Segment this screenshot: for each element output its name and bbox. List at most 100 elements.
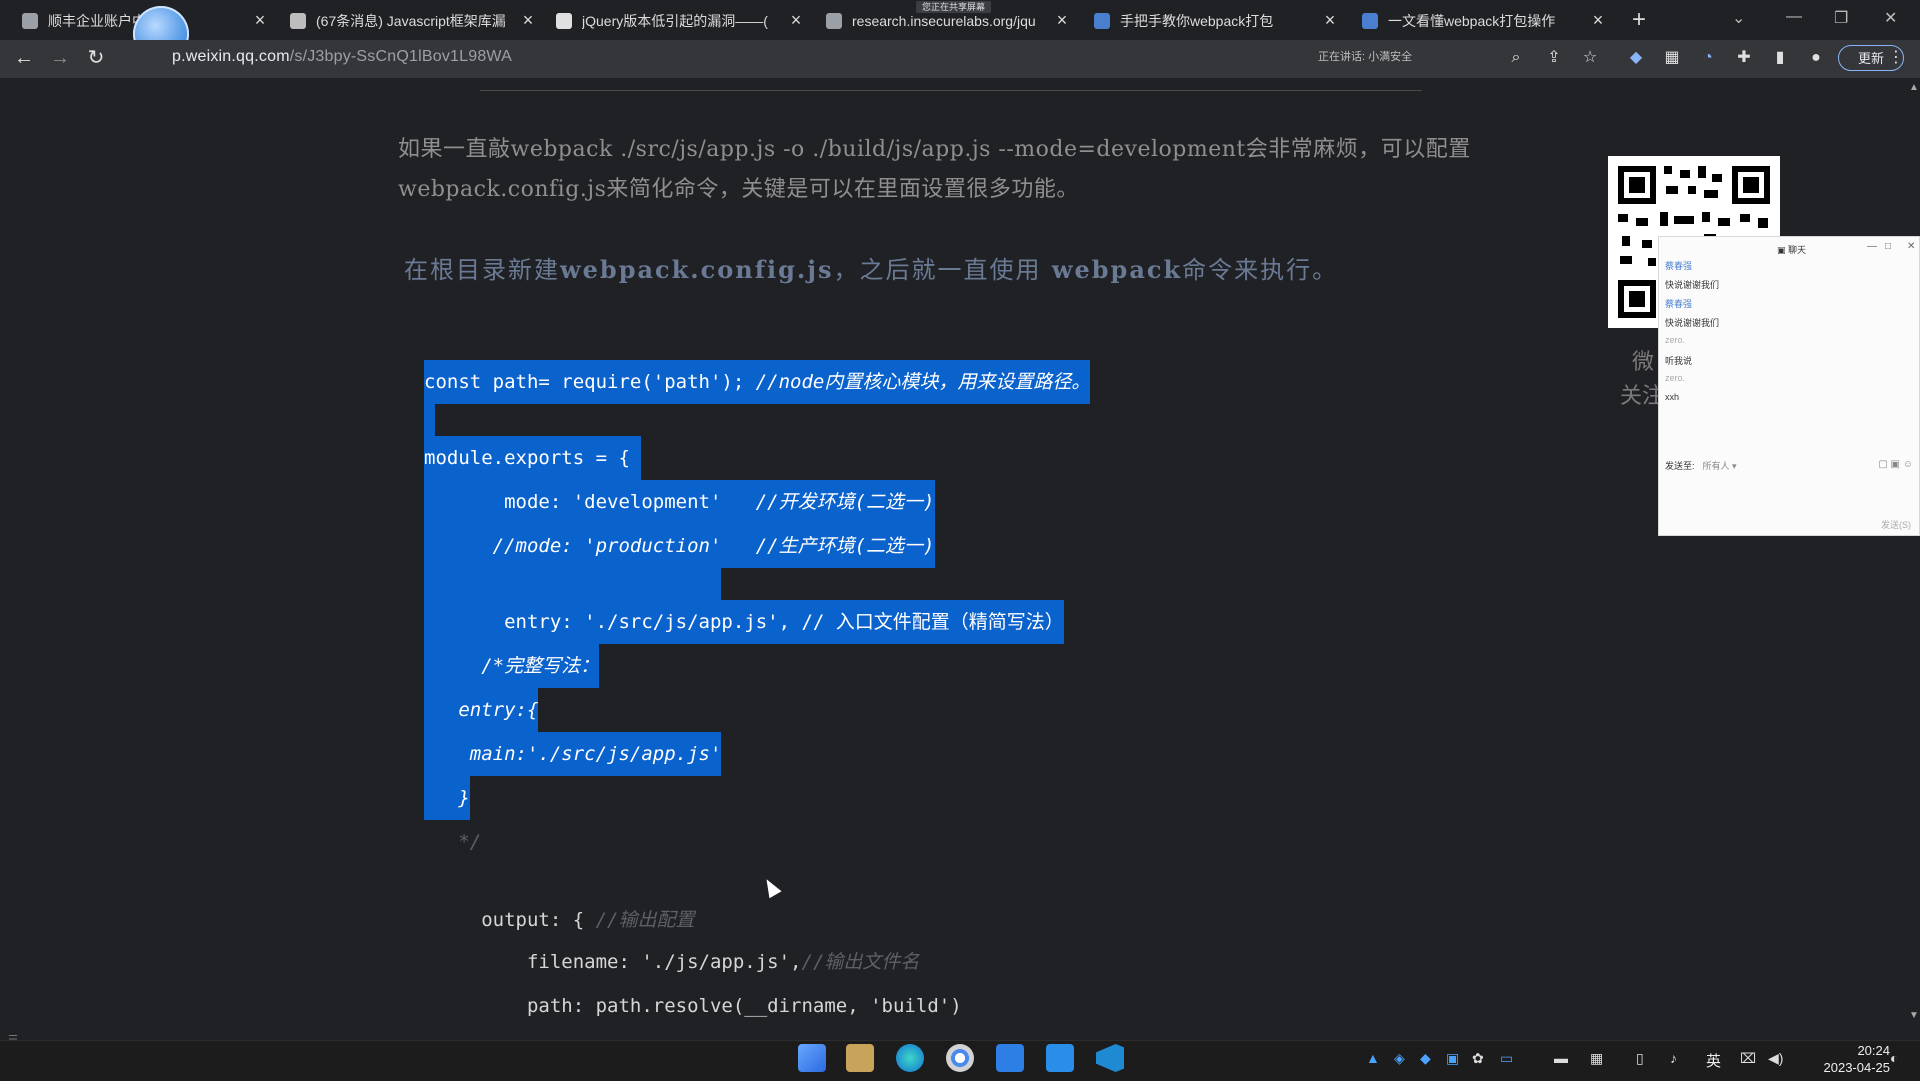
- page-scrollbar[interactable]: [1908, 78, 1920, 1040]
- tray-display-icon[interactable]: ▭: [1500, 1050, 1513, 1067]
- tab-close-icon[interactable]: ×: [1588, 8, 1608, 32]
- code-comment: //node内置核心模块，用来设置路径。: [755, 371, 1091, 393]
- chat-toolbar-icons[interactable]: ▢ ▣ ☺: [1878, 459, 1913, 470]
- start-menu-icon[interactable]: [798, 1044, 826, 1072]
- tab-close-icon[interactable]: ×: [250, 8, 270, 32]
- back-icon[interactable]: ←: [12, 46, 36, 70]
- edge-browser-icon[interactable]: [896, 1044, 924, 1072]
- tab-close-icon[interactable]: ×: [1320, 8, 1340, 32]
- code-text: }: [424, 787, 470, 809]
- code-comment: //开发环境(二选一): [755, 491, 935, 513]
- tray-app2-icon[interactable]: ▣: [1446, 1050, 1459, 1067]
- code-line: const path= require('path'); //node内置核心模…: [424, 360, 1091, 404]
- url-path: /s/J3bpy-SsCnQ1lBov1L98WA: [289, 48, 512, 65]
- chat-message: 听我说: [1665, 356, 1693, 366]
- tray-battery-icon[interactable]: ▯: [1636, 1050, 1644, 1067]
- outline-toggle-icon[interactable]: ☰: [8, 1033, 18, 1040]
- notification-icon[interactable]: ◐: [1890, 1050, 1898, 1066]
- clock-time: 20:24: [1857, 1043, 1890, 1058]
- bookmark-star-icon[interactable]: ☆: [1580, 48, 1600, 68]
- tab-close-icon[interactable]: ×: [518, 8, 538, 32]
- zoom-icon[interactable]: ⌕: [1506, 48, 1526, 68]
- tab-close-icon[interactable]: ×: [1052, 8, 1072, 32]
- meeting-app-icon[interactable]: [1046, 1044, 1074, 1072]
- scroll-up-icon[interactable]: ▲: [1908, 82, 1920, 93]
- browser-tab[interactable]: 手把手教你webpack打包: [1094, 6, 1310, 36]
- chat-sender: zero.: [1665, 373, 1686, 383]
- tab-title: 顺丰企业账户中: [48, 13, 146, 29]
- send-to-selector[interactable]: 发送至: 所有人 ▾: [1665, 459, 1737, 472]
- network-icon[interactable]: ⌧: [1740, 1050, 1756, 1067]
- chat-window[interactable]: ▣ 聊天 — □ ✕ 蔡春强 快说谢谢我们 蔡春强 快说谢谢我们 zero. 听我说 zer…: [1658, 236, 1920, 536]
- close-window-button[interactable]: ✕: [1884, 8, 1897, 28]
- extensions-puzzle-icon[interactable]: ✚: [1734, 48, 1754, 68]
- tab-favicon-icon: [1362, 13, 1378, 29]
- browser-tab[interactable]: (67条消息) Javascript框架库漏: [290, 6, 508, 36]
- mouse-cursor-icon: [760, 875, 782, 899]
- new-tab-button[interactable]: +: [1632, 6, 1646, 34]
- restore-button[interactable]: ❐: [1834, 8, 1848, 28]
- side-panel-icon[interactable]: ▮: [1770, 48, 1790, 68]
- tray-settings-icon[interactable]: ✿: [1472, 1050, 1484, 1067]
- file-explorer-icon[interactable]: [846, 1044, 874, 1072]
- address-bar[interactable]: p.weixin.qq.com/s/J3bpy-SsCnQ1lBov1L98WA: [172, 48, 512, 66]
- profile-icon[interactable]: ●: [1806, 48, 1826, 68]
- volume-icon[interactable]: ◀): [1768, 1050, 1783, 1067]
- system-clock[interactable]: 20:24 2023-04-25: [1824, 1042, 1891, 1076]
- code-comment: //输出配置: [595, 909, 695, 931]
- share-icon[interactable]: ⇪: [1544, 48, 1564, 68]
- code-line: mode: 'development' //开发环境(二选一): [424, 480, 935, 524]
- browser-tab[interactable]: 一文看懂webpack打包操作: [1362, 6, 1578, 36]
- tab-search-icon[interactable]: ⌄: [1732, 8, 1745, 28]
- tab-close-icon[interactable]: ×: [786, 8, 806, 32]
- tray-shield-icon[interactable]: ◈: [1394, 1050, 1405, 1067]
- extension-qr-icon[interactable]: ▦: [1662, 48, 1682, 68]
- article-instruction: 在根目录新建webpack.config.js，之后就一直使用 webpack命…: [404, 250, 1338, 285]
- chat-minimize-button[interactable]: —: [1867, 241, 1877, 252]
- tab-title: research.insecurelabs.org/jqu: [852, 13, 1036, 29]
- tab-title: (67条消息) Javascript框架库漏: [316, 13, 506, 29]
- tray-grid-icon[interactable]: ▦: [1590, 1050, 1603, 1067]
- code-text: /*完整写法：: [424, 655, 600, 677]
- tray-app-icon[interactable]: ◆: [1420, 1050, 1431, 1067]
- chat-message: xxh: [1665, 392, 1680, 402]
- input-method-indicator[interactable]: 英: [1706, 1050, 1721, 1071]
- code-text: main:'./src/js/app.js': [424, 743, 722, 765]
- chat-close-button[interactable]: ✕: [1907, 241, 1915, 252]
- browser-tab[interactable]: jQuery版本低引起的漏洞——(: [556, 6, 776, 36]
- menu-icon[interactable]: ⋮: [1886, 48, 1906, 68]
- extension-sync-icon[interactable]: ◔: [1698, 48, 1718, 68]
- config-filename: webpack.config.js: [560, 255, 834, 284]
- chat-maximize-button[interactable]: □: [1885, 241, 1891, 252]
- code-text: mode: 'development': [424, 491, 756, 513]
- chrome-browser-icon[interactable]: [946, 1044, 974, 1072]
- chat-sender: zero.: [1665, 335, 1686, 345]
- forward-icon[interactable]: →: [48, 46, 72, 70]
- chat-message: 快说谢谢我们: [1665, 318, 1720, 328]
- code-line: //mode: 'production' //生产环境(二选一): [424, 524, 935, 568]
- extension-icon[interactable]: ◆: [1626, 48, 1646, 68]
- webpack-command: webpack: [1041, 255, 1183, 284]
- microphone-icon[interactable]: ♪: [1670, 1050, 1677, 1066]
- minimize-button[interactable]: —: [1786, 8, 1802, 26]
- tray-chat-icon[interactable]: ▬: [1554, 1050, 1568, 1066]
- scroll-down-icon[interactable]: ▼: [1908, 1010, 1920, 1021]
- code-text: output: {: [424, 909, 596, 931]
- url-host: p.weixin.qq.com: [172, 48, 290, 65]
- clock-date: 2023-04-25: [1823, 1060, 1891, 1075]
- tab-favicon-icon: [22, 13, 38, 29]
- screen-share-indicator: 您正在共享屏幕: [916, 1, 992, 13]
- pinned-app-icon[interactable]: [996, 1044, 1024, 1072]
- chat-send-button[interactable]: 发送(S): [1881, 518, 1911, 531]
- tray-meeting-icon[interactable]: ▲: [1366, 1050, 1380, 1066]
- speaking-indicator: 正在讲话: 小满安全: [1318, 51, 1413, 63]
- reload-icon[interactable]: ↻: [84, 46, 108, 70]
- code-text: filename: './js/app.js',: [424, 951, 802, 973]
- code-line: filename: './js/app.js',//输出文件名: [424, 940, 919, 984]
- tab-favicon-icon: [290, 13, 306, 29]
- browser-tab[interactable]: 顺丰企业账户中: [22, 6, 240, 36]
- code-text: const path= require('path');: [424, 371, 756, 393]
